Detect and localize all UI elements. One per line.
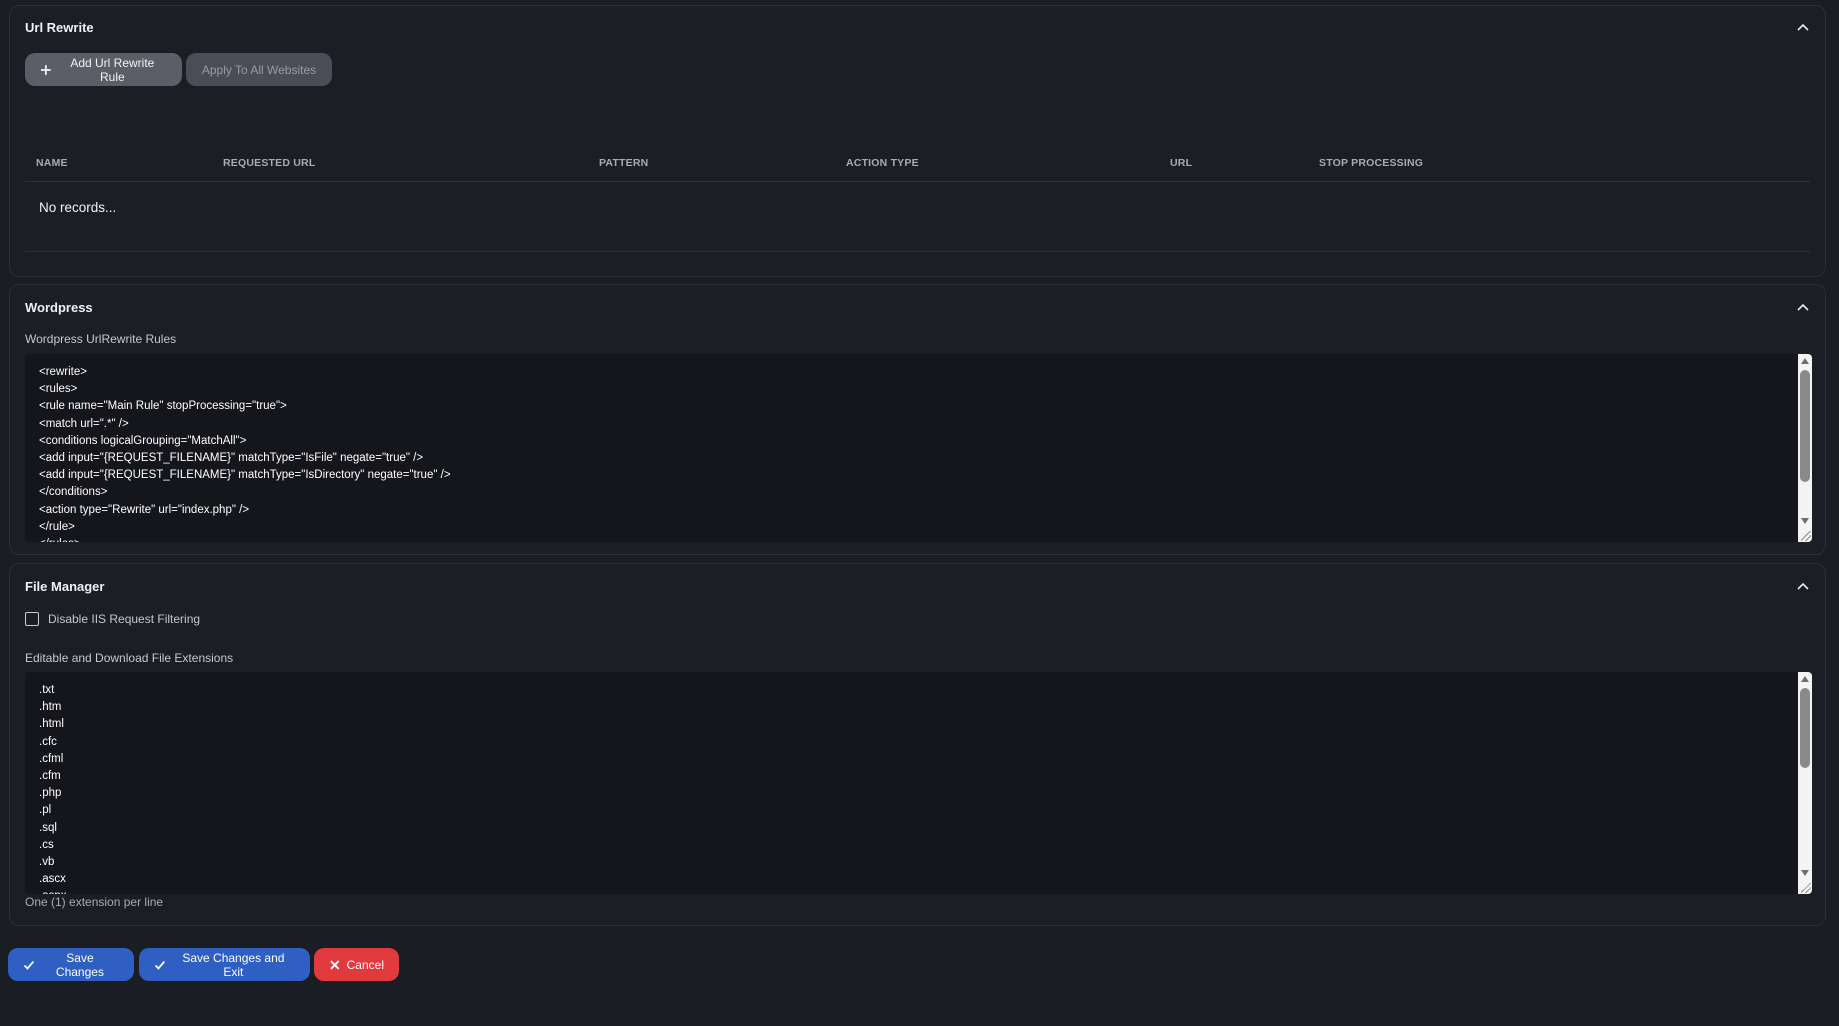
text-line: <rules> bbox=[39, 383, 78, 396]
text-line: .txt bbox=[39, 684, 55, 696]
text-line: <rule name="Main Rule" stopProcessing="t… bbox=[39, 400, 287, 413]
add-url-rewrite-rule-label: Add Url Rewrite Rule bbox=[70, 55, 155, 84]
scroll-down-arrow-icon[interactable] bbox=[1801, 518, 1809, 524]
check-icon bbox=[23, 960, 35, 970]
file-manager-title: File Manager bbox=[25, 579, 105, 594]
chevron-up-icon bbox=[1797, 23, 1809, 31]
text-line: .ascx bbox=[39, 873, 66, 886]
text-line: <match url=".*" /> bbox=[39, 417, 129, 430]
collapse-file-manager-button[interactable] bbox=[1793, 577, 1813, 597]
text-line: .htm bbox=[39, 701, 62, 714]
url-rewrite-panel: Url Rewrite Add Url Rewrite Rule Apply T… bbox=[9, 5, 1826, 277]
text-line: .cfml bbox=[39, 752, 64, 765]
text-line: .html bbox=[39, 718, 64, 731]
column-header-url[interactable]: URL bbox=[1170, 157, 1192, 169]
save-changes-button[interactable]: Save Changes bbox=[8, 948, 134, 981]
cancel-button[interactable]: Cancel bbox=[314, 948, 399, 981]
wordpress-rules-textarea[interactable]: <rewrite> <rules> <rule name="Main Rule" s… bbox=[25, 354, 1812, 542]
text-line: .pl bbox=[39, 804, 52, 817]
file-extensions-scrollbar[interactable] bbox=[1798, 672, 1812, 894]
wordpress-title: Wordpress bbox=[25, 300, 93, 315]
text-line: <rewrite> bbox=[39, 366, 87, 378]
text-line: .php bbox=[39, 787, 62, 800]
resize-grip-icon[interactable] bbox=[1801, 531, 1811, 541]
file-extensions-content: .txt .htm .html .cfc .cfml .cfm .php .pl .sql .cs… bbox=[39, 682, 67, 894]
disable-iis-request-filtering-checkbox[interactable] bbox=[25, 612, 39, 626]
scroll-thumb[interactable] bbox=[1800, 370, 1810, 482]
check-icon bbox=[154, 960, 165, 970]
text-line: .cs bbox=[39, 838, 54, 851]
file-extensions-textarea[interactable]: .txt .htm .html .cfc .cfml .cfm .php .pl .sql .cs… bbox=[25, 672, 1812, 894]
text-line: <add input="{REQUEST_FILENAME}" matchTyp… bbox=[39, 469, 451, 482]
apply-to-all-websites-button[interactable]: Apply To All Websites bbox=[186, 53, 332, 86]
text-line: .cfm bbox=[39, 770, 61, 783]
collapse-wordpress-button[interactable] bbox=[1793, 298, 1813, 318]
text-line: <add input="{REQUEST_FILENAME}" matchTyp… bbox=[39, 452, 424, 465]
text-line: </conditions> bbox=[39, 486, 108, 499]
text-line: </rule> bbox=[39, 520, 75, 533]
resize-grip-icon[interactable] bbox=[1801, 883, 1811, 893]
text-line: .cfc bbox=[39, 735, 57, 748]
disable-iis-request-filtering-label[interactable]: Disable IIS Request Filtering bbox=[48, 612, 200, 626]
text-line: .sql bbox=[39, 821, 57, 834]
file-manager-panel: File Manager Disable IIS Request Filteri… bbox=[9, 563, 1826, 926]
wordpress-rules-content: <rewrite> <rules> <rule name="Main Rule" s… bbox=[39, 364, 451, 542]
column-header-requested-url[interactable]: REQUESTED URL bbox=[223, 157, 315, 169]
chevron-up-icon bbox=[1797, 582, 1809, 590]
file-extensions-label: Editable and Download File Extensions bbox=[25, 651, 234, 665]
scroll-down-arrow-icon[interactable] bbox=[1801, 870, 1809, 876]
text-line: <action type="Rewrite" url="index.php" /… bbox=[39, 503, 250, 516]
table-divider bbox=[25, 251, 1810, 252]
save-changes-label: Save Changes bbox=[55, 950, 104, 979]
save-changes-and-exit-label: Save Changes and Exit bbox=[182, 950, 285, 979]
chevron-up-icon bbox=[1797, 303, 1809, 311]
wordpress-rules-scrollbar[interactable] bbox=[1798, 354, 1812, 542]
rules-table-header: NAME REQUESTED URL PATTERN ACTION TYPE U… bbox=[25, 146, 1810, 182]
column-header-name[interactable]: NAME bbox=[36, 157, 68, 169]
plus-icon bbox=[40, 64, 51, 75]
scroll-thumb[interactable] bbox=[1800, 688, 1810, 768]
text-line: .aspx bbox=[39, 888, 67, 894]
apply-to-all-websites-label: Apply To All Websites bbox=[201, 62, 317, 77]
wordpress-rules-label: Wordpress UrlRewrite Rules bbox=[25, 332, 177, 346]
collapse-url-rewrite-button[interactable] bbox=[1793, 18, 1813, 38]
url-rewrite-title: Url Rewrite bbox=[25, 20, 94, 35]
column-header-pattern[interactable]: PATTERN bbox=[599, 157, 648, 169]
column-header-action-type[interactable]: ACTION TYPE bbox=[846, 157, 919, 169]
add-url-rewrite-rule-button[interactable]: Add Url Rewrite Rule bbox=[25, 53, 182, 86]
empty-table-message: No records... bbox=[39, 200, 117, 215]
scroll-up-arrow-icon[interactable] bbox=[1801, 358, 1809, 364]
cancel-label: Cancel bbox=[346, 957, 384, 972]
text-line: </rules> bbox=[39, 536, 451, 542]
save-changes-and-exit-button[interactable]: Save Changes and Exit bbox=[139, 948, 310, 981]
text-line: <conditions logicalGrouping="MatchAll"> bbox=[39, 434, 247, 447]
scroll-up-arrow-icon[interactable] bbox=[1801, 676, 1809, 682]
column-header-stop-processing[interactable]: STOP PROCESSING bbox=[1319, 157, 1423, 169]
close-icon bbox=[330, 959, 340, 970]
text-line: .vb bbox=[39, 856, 55, 869]
file-extensions-hint: One (1) extension per line bbox=[25, 895, 164, 909]
wordpress-panel: Wordpress Wordpress UrlRewrite Rules <re… bbox=[9, 284, 1826, 555]
